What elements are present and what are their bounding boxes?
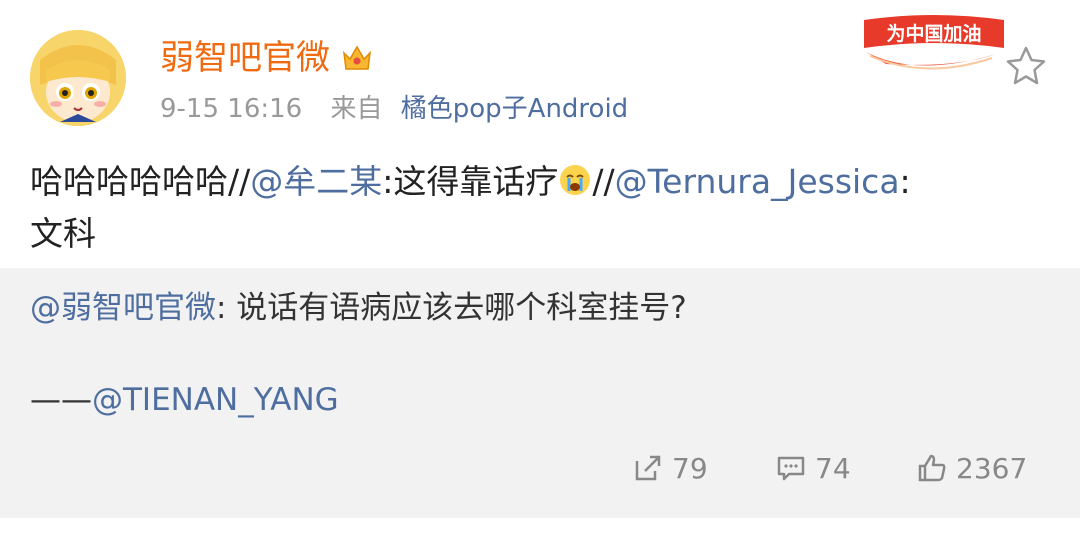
repost-icon bbox=[635, 455, 661, 481]
star-icon[interactable] bbox=[1004, 44, 1048, 88]
like-button[interactable]: 2367 bbox=[916, 448, 1027, 488]
source-label: 来自 bbox=[330, 94, 383, 124]
mention-link[interactable]: @牟二某 bbox=[250, 162, 382, 201]
avatar[interactable] bbox=[30, 30, 126, 126]
quoted-text: @弱智吧官微: 说话有语病应该去哪个科室挂号? bbox=[30, 286, 687, 330]
mention-link[interactable]: @Ternura_Jessica bbox=[615, 162, 900, 201]
author-name-row: 弱智吧官微 bbox=[160, 36, 374, 80]
post-time: 9-15 16:16 bbox=[160, 94, 303, 124]
post-text: 哈哈哈哈哈哈//@牟二某:这得靠话疗 //@Ternura_Jessica: 文… bbox=[30, 156, 1050, 260]
repost-count: 79 bbox=[672, 451, 708, 485]
credit-dash: —— bbox=[30, 382, 92, 418]
repost-button[interactable]: 79 bbox=[632, 448, 708, 488]
quoted-author-mention[interactable]: @弱智吧官微 bbox=[30, 290, 216, 326]
post-text-part: 哈哈哈哈哈哈// bbox=[30, 162, 251, 201]
credit-mention[interactable]: @TIENAN_YANG bbox=[92, 382, 339, 418]
quoted-text-body: : 说话有语病应该去哪个科室挂号? bbox=[216, 290, 687, 326]
comment-count: 74 bbox=[815, 451, 851, 485]
post-meta: 9-15 16:16 来自 橘色pop子Android bbox=[160, 92, 628, 126]
bottom-spacer bbox=[0, 518, 1080, 535]
comment-icon bbox=[777, 456, 805, 481]
author-name[interactable]: 弱智吧官微 bbox=[160, 36, 330, 80]
badge-text: 为中国加油 bbox=[886, 22, 981, 45]
badge[interactable]: 为中国加油 bbox=[856, 8, 1012, 80]
post-text-part: : bbox=[899, 162, 911, 201]
crown-icon bbox=[342, 45, 372, 70]
post-text-part: 文科 bbox=[30, 214, 96, 253]
comment-button[interactable]: 74 bbox=[775, 448, 851, 488]
quoted-post[interactable]: @弱智吧官微: 说话有语病应该去哪个科室挂号? ——@TIENAN_YANG 7… bbox=[0, 268, 1080, 518]
crying-emoji-icon bbox=[560, 165, 591, 195]
post-text-part: :这得靠话疗 bbox=[382, 162, 559, 201]
quoted-credit: ——@TIENAN_YANG bbox=[30, 378, 339, 422]
like-count: 2367 bbox=[956, 451, 1028, 485]
post-text-part: // bbox=[592, 162, 615, 201]
like-icon bbox=[918, 454, 946, 482]
source-name[interactable]: 橘色pop子Android bbox=[401, 94, 628, 124]
